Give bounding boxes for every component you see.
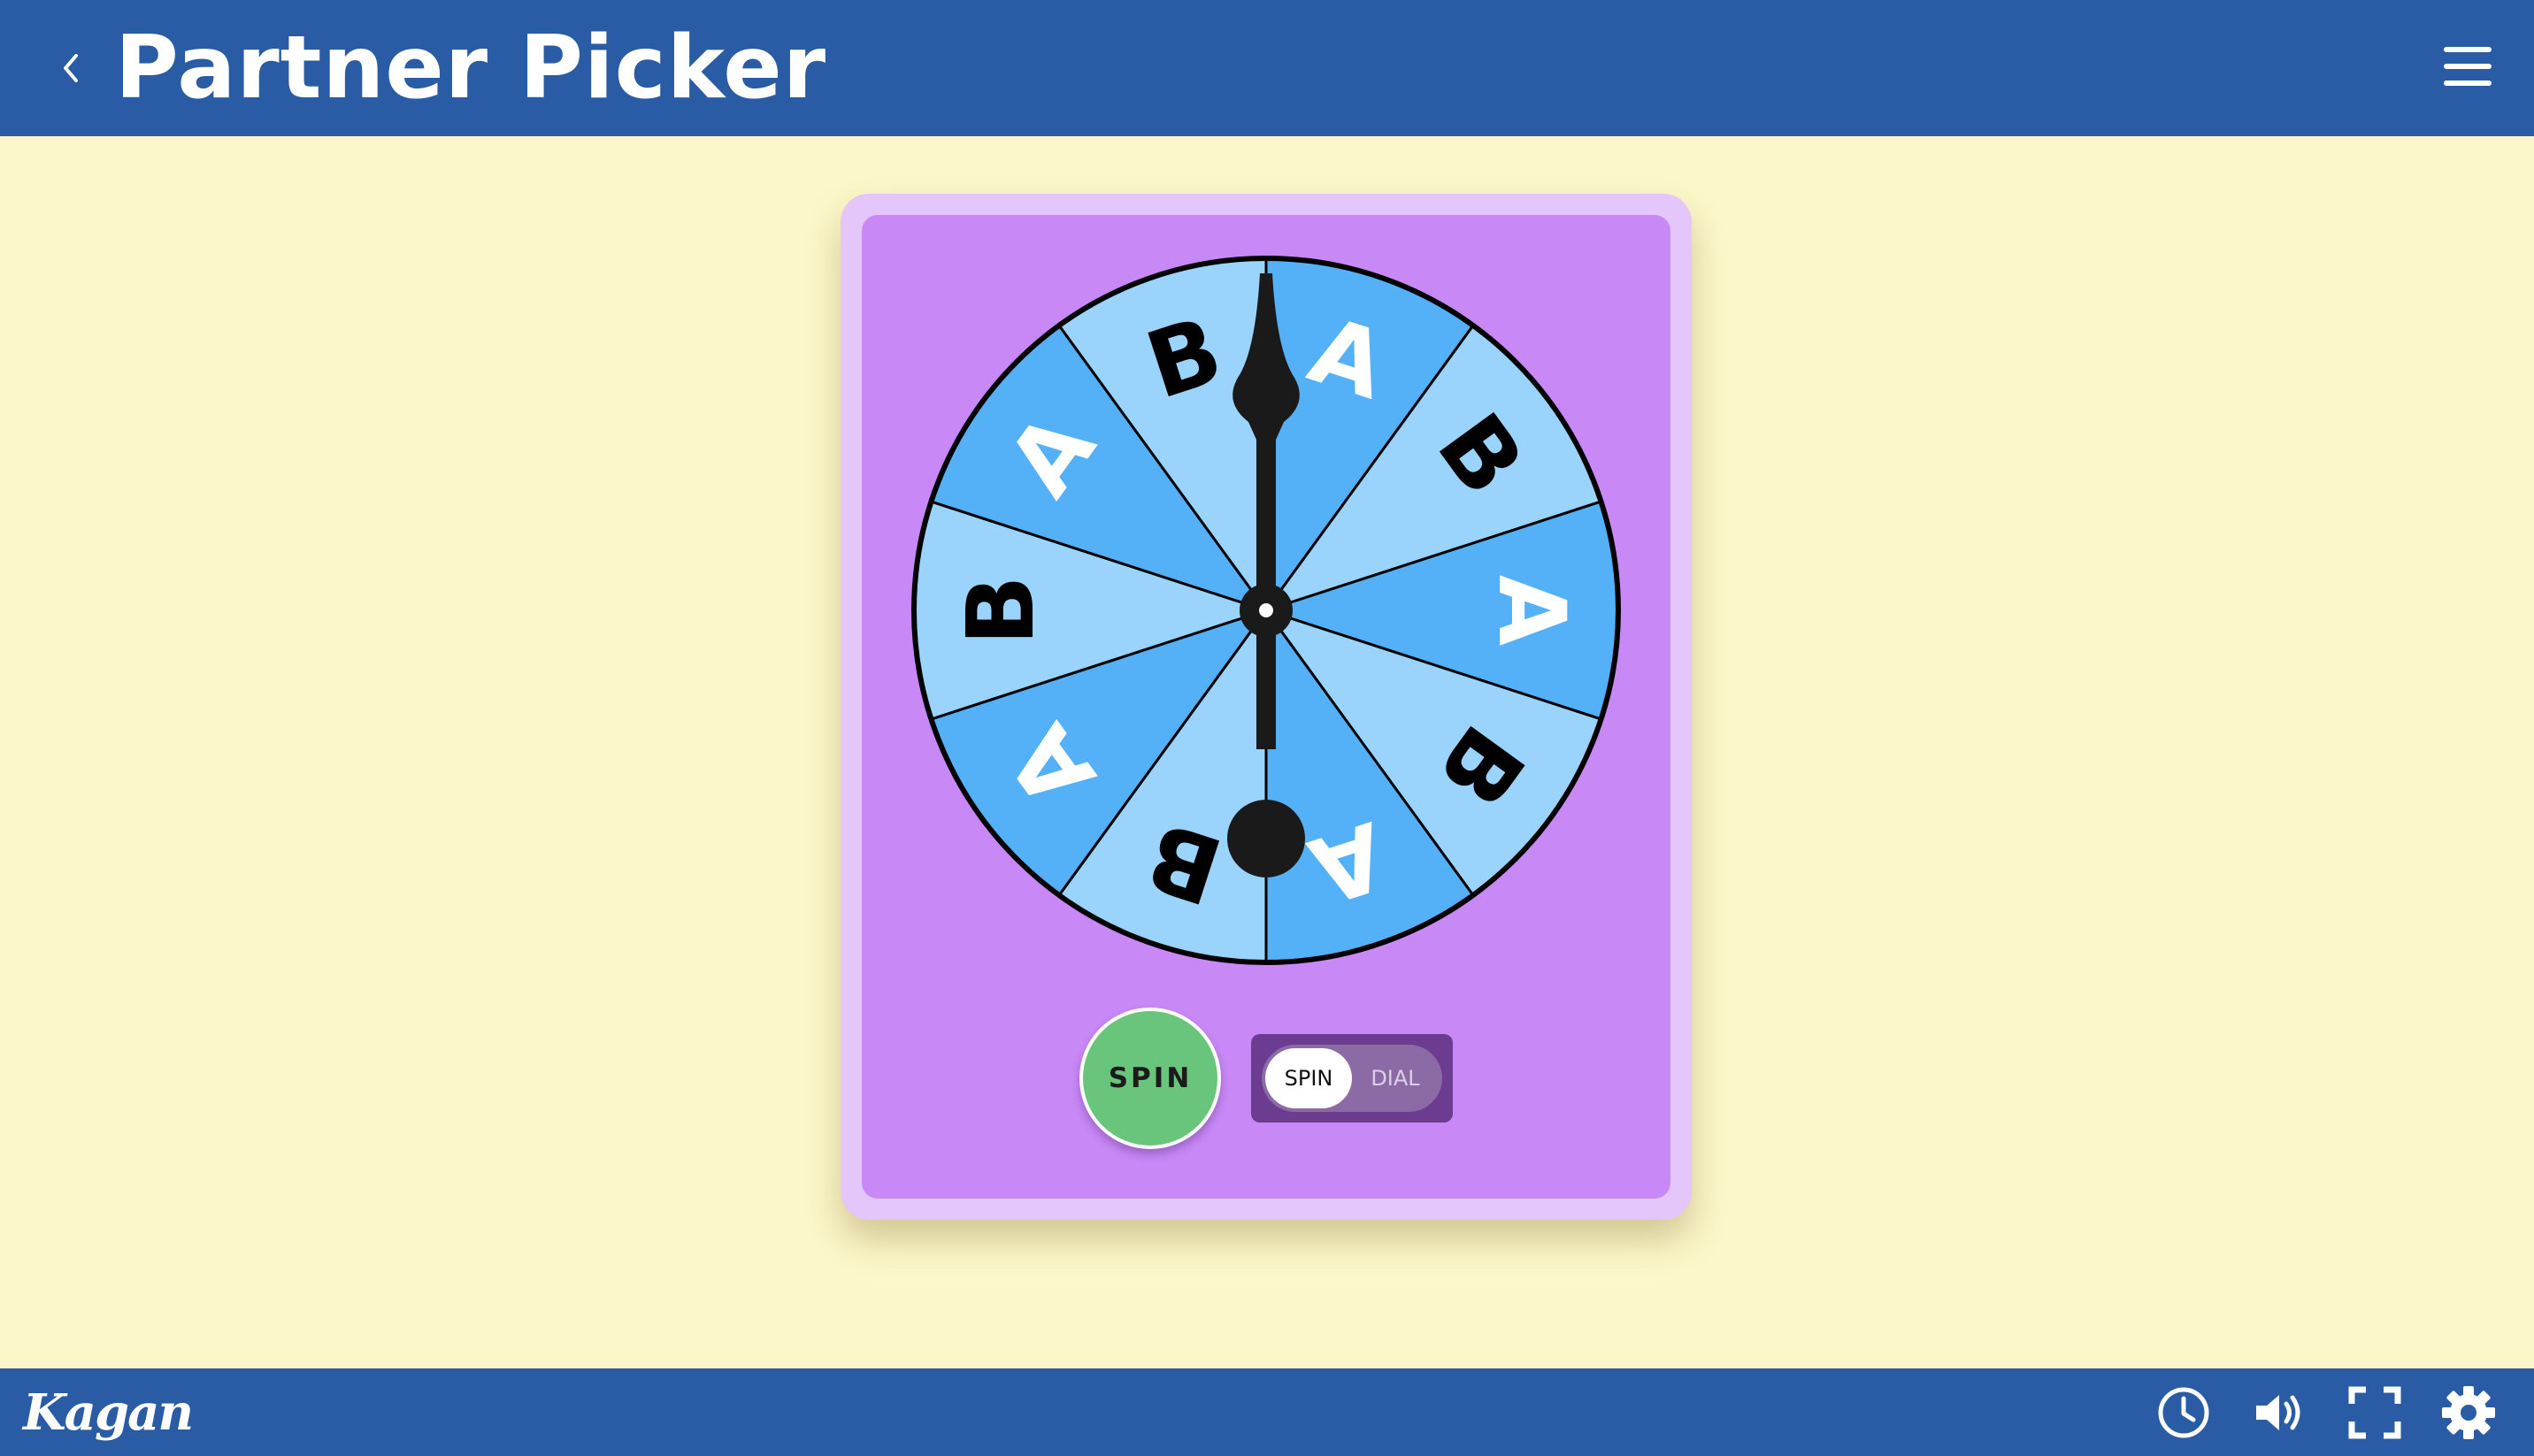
spin-button[interactable]: SPIN <box>1079 1008 1221 1149</box>
volume-icon <box>2256 1395 2300 1430</box>
mode-option-spin[interactable]: SPIN <box>1265 1048 1352 1108</box>
sound-button[interactable] <box>2251 1384 2307 1441</box>
wheel-segment-label: B <box>947 575 1055 645</box>
fullscreen-button[interactable] <box>2346 1384 2403 1441</box>
mode-toggle[interactable]: SPIN DIAL <box>1251 1034 1453 1123</box>
settings-button[interactable] <box>2440 1384 2497 1441</box>
timer-button[interactable] <box>2155 1384 2212 1441</box>
needle-shaft <box>1256 395 1276 749</box>
needle-tail-knob <box>1227 800 1305 877</box>
header-bar: Partner Picker <box>0 0 2534 136</box>
mode-toggle-track: SPIN DIAL <box>1262 1045 1442 1112</box>
gear-icon <box>2442 1386 2495 1439</box>
back-button[interactable] <box>44 42 97 95</box>
fullscreen-icon <box>2348 1386 2401 1439</box>
clock-icon <box>2158 1387 2209 1438</box>
wheel-segment-label: A <box>1478 575 1586 647</box>
page-title: Partner Picker <box>115 18 827 119</box>
needle-pivot <box>1259 603 1273 617</box>
hamburger-menu-icon[interactable] <box>2442 42 2499 91</box>
footer-bar: Kagan <box>0 1368 2534 1456</box>
spinner-wheel[interactable]: ABABABABAB <box>910 254 1623 967</box>
chevron-left-icon <box>64 54 78 82</box>
mode-option-dial[interactable]: DIAL <box>1352 1048 1439 1108</box>
kagan-logo: Kagan <box>23 1383 194 1442</box>
